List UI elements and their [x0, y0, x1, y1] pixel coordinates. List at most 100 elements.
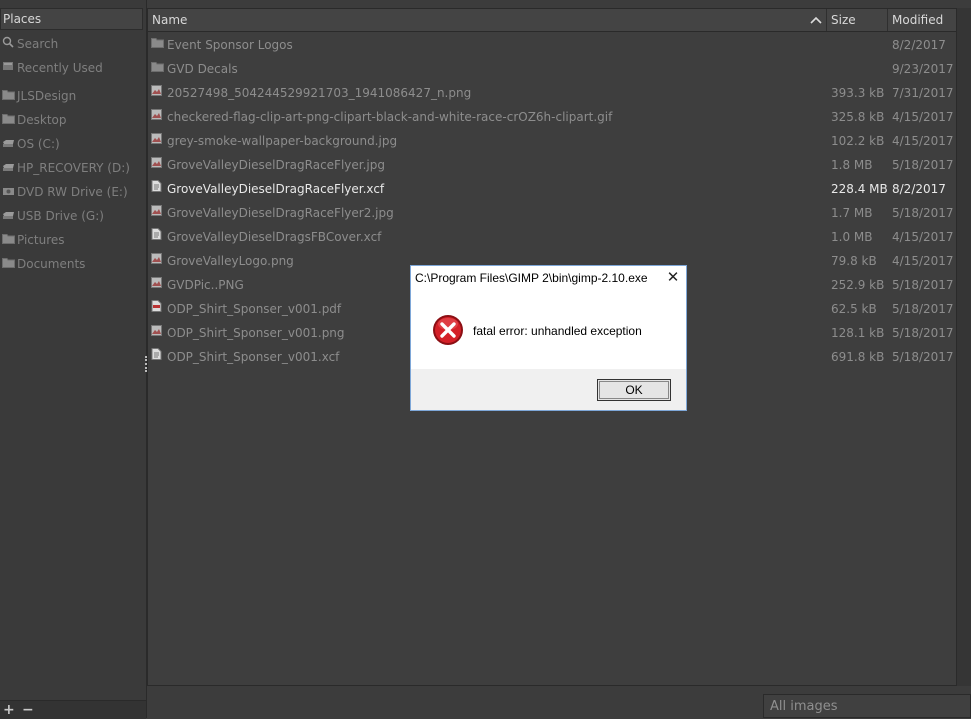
sort-ascending-icon [810, 9, 822, 31]
column-header-row: Name Size Modified [148, 9, 956, 32]
scrollbar[interactable] [957, 8, 971, 686]
image-icon [151, 81, 163, 105]
image-icon [151, 105, 163, 129]
place-item-documents[interactable]: Documents [0, 253, 146, 275]
file-size: 1.0 MB [831, 230, 873, 244]
xcf-icon [151, 345, 163, 369]
pdf-icon [151, 297, 163, 321]
drive-icon [1, 134, 15, 156]
drive-icon [1, 206, 15, 228]
place-item-label: DVD RW Drive (E:) [17, 185, 128, 199]
file-size: 62.5 kB [831, 302, 877, 316]
error-dialog: C:\Program Files\GIMP 2\bin\gimp-2.10.ex… [410, 265, 687, 411]
place-item-label: Search [17, 37, 59, 51]
column-name[interactable]: Name [148, 9, 827, 31]
file-size: 393.3 kB [831, 86, 885, 100]
ok-button[interactable]: OK [597, 379, 671, 401]
column-size-label: Size [831, 13, 856, 27]
place-item-label: Pictures [17, 233, 65, 247]
place-item-desktop[interactable]: Desktop [0, 109, 146, 131]
file-size: 128.1 kB [831, 326, 885, 340]
file-name: ODP_Shirt_Sponser_v001.png [167, 326, 345, 340]
file-size: 252.9 kB [831, 278, 885, 292]
close-icon[interactable]: ✕ [663, 268, 683, 288]
file-name: grey-smoke-wallpaper-background.jpg [167, 134, 398, 148]
folder-icon [151, 57, 164, 81]
place-item-label: Recently Used [17, 61, 103, 75]
place-item-label: USB Drive (G:) [17, 209, 104, 223]
file-modified: 5/18/2017 [892, 206, 954, 220]
folder-icon [1, 254, 15, 276]
place-item-os-c[interactable]: OS (C:) [0, 133, 146, 155]
file-row-selected[interactable]: GroveValleyDieselDragRaceFlyer.xcf 228.4 … [148, 177, 956, 201]
folder-icon [1, 230, 15, 252]
places-sidebar: Places Search Recently Used JLSDesign Deskt… [0, 0, 147, 719]
file-modified: 9/23/2017 [892, 62, 954, 76]
file-modified: 5/18/2017 [892, 302, 954, 316]
image-icon [151, 273, 163, 297]
error-icon [432, 314, 463, 345]
place-item-pictures[interactable]: Pictures [0, 229, 146, 251]
xcf-icon [151, 225, 163, 249]
place-item-hp-recovery-d[interactable]: HP_RECOVERY (D:) [0, 157, 146, 179]
search-icon [1, 34, 15, 56]
dialog-footer: OK [411, 369, 686, 410]
file-modified: 8/2/2017 [892, 38, 946, 52]
file-name: checkered-flag-clip-art-png-clipart-blac… [167, 110, 613, 124]
file-name: ODP_Shirt_Sponser_v001.pdf [167, 302, 342, 316]
file-modified: 5/18/2017 [892, 326, 954, 340]
folder-icon [151, 33, 164, 57]
file-modified: 5/18/2017 [892, 278, 954, 292]
places-toolbar: + − [0, 700, 146, 719]
file-row[interactable]: GroveValleyDieselDragRaceFlyer2.jpg 1.7 M… [148, 201, 956, 225]
file-modified: 4/15/2017 [892, 254, 954, 268]
place-item-search[interactable]: Search [0, 33, 146, 55]
file-name: GroveValleyDieselDragRaceFlyer.xcf [167, 182, 385, 196]
file-size: 79.8 kB [831, 254, 877, 268]
file-size: 102.2 kB [831, 134, 885, 148]
file-row[interactable]: GroveValleyDieselDragsFBCover.xcf 1.0 MB 4… [148, 225, 956, 249]
place-item-label: JLSDesign [17, 89, 77, 103]
file-name: ODP_Shirt_Sponser_v001.xcf [167, 350, 340, 364]
place-item-recently-used[interactable]: Recently Used [0, 57, 146, 79]
optical-drive-icon [1, 182, 15, 204]
pane-resize-handle[interactable] [145, 356, 149, 372]
column-modified[interactable]: Modified [888, 9, 956, 31]
file-row[interactable]: Event Sponsor Logos 8/2/2017 [148, 33, 956, 57]
file-name: 20527498_504244529921703_1941086427_n.pn… [167, 86, 472, 100]
places-header[interactable]: Places [0, 8, 143, 30]
column-modified-label: Modified [892, 13, 944, 27]
place-item-label: Desktop [17, 113, 67, 127]
remove-bookmark-button[interactable]: − [22, 701, 34, 719]
file-row[interactable]: 20527498_504244529921703_1941086427_n.pn… [148, 81, 956, 105]
file-row[interactable]: GVD Decals 9/23/2017 [148, 57, 956, 81]
file-modified: 8/2/2017 [892, 182, 946, 196]
recent-icon [1, 58, 15, 80]
image-icon [151, 249, 163, 273]
file-name: Event Sponsor Logos [167, 38, 293, 52]
file-modified: 5/18/2017 [892, 158, 954, 172]
file-name: GVD Decals [167, 62, 238, 76]
file-name: GroveValleyDieselDragRaceFlyer.jpg [167, 158, 385, 172]
file-size: 1.8 MB [831, 158, 873, 172]
file-size: 325.8 kB [831, 110, 885, 124]
file-row[interactable]: checkered-flag-clip-art-png-clipart-blac… [148, 105, 956, 129]
place-item-dvd-rw-drive-e[interactable]: DVD RW Drive (E:) [0, 181, 146, 203]
image-icon [151, 129, 163, 153]
place-item-jlsdesign[interactable]: JLSDesign [0, 85, 146, 107]
file-name: GroveValleyDieselDragRaceFlyer2.jpg [167, 206, 394, 220]
add-bookmark-button[interactable]: + [3, 701, 15, 719]
dialog-title: C:\Program Files\GIMP 2\bin\gimp-2.10.ex… [415, 271, 648, 285]
file-name: GroveValleyDieselDragsFBCover.xcf [167, 230, 382, 244]
file-size: 691.8 kB [831, 350, 885, 364]
file-modified: 4/15/2017 [892, 110, 954, 124]
place-item-usb-drive-g[interactable]: USB Drive (G:) [0, 205, 146, 227]
column-name-label: Name [152, 13, 188, 27]
folder-icon [1, 110, 15, 132]
file-row[interactable]: grey-smoke-wallpaper-background.jpg 102.2… [148, 129, 956, 153]
image-icon [151, 321, 163, 345]
place-item-label: HP_RECOVERY (D:) [17, 161, 130, 175]
file-row[interactable]: GroveValleyDieselDragRaceFlyer.jpg 1.8 MB… [148, 153, 956, 177]
file-type-filter[interactable]: All images [763, 694, 971, 718]
column-size[interactable]: Size [827, 9, 888, 31]
